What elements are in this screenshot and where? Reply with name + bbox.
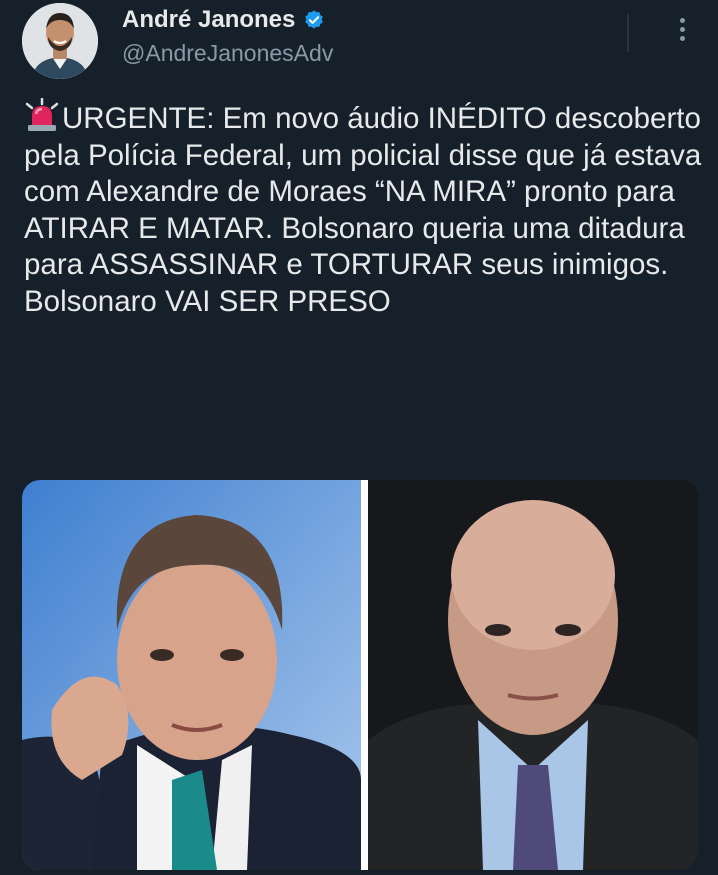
header-divider — [627, 14, 629, 52]
tweet-media[interactable] — [22, 480, 698, 870]
tweet-text: URGENTE: Em novo áudio INÉDITO descobert… — [24, 98, 704, 320]
tweet-paragraph-2: Bolsonaro VAI SER PRESO — [24, 284, 391, 318]
tweet-paragraph-1: URGENTE: Em novo áudio INÉDITO descobert… — [24, 98, 704, 284]
verified-badge-icon — [305, 10, 324, 29]
author-name-row: André Janones — [122, 6, 325, 34]
author-avatar[interactable] — [22, 3, 98, 79]
author-name[interactable]: André Janones — [122, 6, 295, 34]
rotating-light-emoji — [25, 98, 59, 131]
avatar-photo — [22, 3, 98, 79]
right-photo[interactable] — [368, 480, 698, 870]
tweet-body: URGENTE: Em novo áudio INÉDITO descobert… — [24, 102, 702, 281]
author-handle[interactable]: @AndreJanonesAdv — [122, 40, 333, 67]
left-photo[interactable] — [22, 480, 361, 870]
photo-divider — [361, 480, 368, 870]
more-vertical-icon[interactable] — [671, 14, 693, 48]
